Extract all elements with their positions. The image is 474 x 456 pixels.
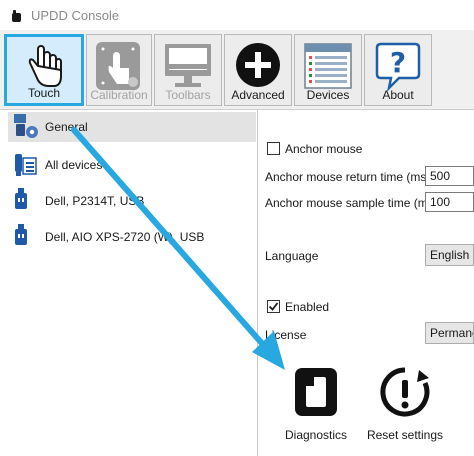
reset-settings-button[interactable]: Reset settings [363, 364, 447, 444]
toolbar-calibration-button[interactable]: Calibration [86, 34, 152, 106]
tree-item-dell-aio[interactable]: Dell, AIO XPS-2720 (W), USB [8, 222, 256, 252]
license-select[interactable]: Permanent [425, 322, 474, 344]
toolbar-about-label: About [382, 88, 414, 102]
toolbar-calibration-label: Calibration [90, 88, 148, 102]
toolbar-advanced-label: Advanced [231, 88, 285, 102]
reset-settings-label: Reset settings [366, 428, 444, 442]
diagnostics-icon [291, 366, 341, 421]
tree-item-dell-p2314t-label: Dell, P2314T, USB [45, 194, 145, 208]
settings-panel: Anchor mouse Anchor mouse return time (m… [259, 110, 474, 456]
general-settings-icon [12, 114, 40, 143]
tree-item-general-label: General [45, 120, 88, 134]
return-time-label: Anchor mouse return time (ms) [265, 170, 431, 184]
toolbar-devices-button[interactable]: Devices [294, 34, 362, 106]
diagnostics-button[interactable]: Diagnostics [281, 364, 351, 444]
tree-item-all-devices-label: All devices [45, 158, 103, 172]
toolbar: Touch Calibration Toolbars Advanced Devi… [0, 30, 474, 110]
toolbar-toolbars-button[interactable]: Toolbars [154, 34, 222, 106]
checkmark-icon [268, 302, 279, 311]
license-label: License [265, 328, 307, 342]
language-select[interactable]: English [425, 244, 474, 266]
toolbar-devices-label: Devices [306, 88, 350, 102]
toolbar-touch-button[interactable]: Touch [4, 34, 84, 106]
device-tree: General All devices Dell, P2314T, USB De… [0, 110, 258, 456]
diagnostics-label: Diagnostics [284, 428, 348, 442]
enabled-label: Enabled [285, 300, 330, 314]
anchor-mouse-label: Anchor mouse [285, 142, 363, 156]
title-bar: UPDD Console [0, 0, 474, 30]
language-label: Language [265, 249, 319, 263]
reset-icon [379, 366, 431, 421]
calibration-icon [87, 40, 151, 92]
toolbar-advanced-button[interactable]: Advanced [224, 34, 292, 106]
tree-item-general[interactable]: General [8, 112, 256, 142]
question-icon: ? [365, 40, 431, 92]
devices-list-icon [295, 40, 361, 92]
toolbar-touch-label: Touch [27, 86, 61, 100]
toolbars-monitor-icon [155, 40, 221, 92]
app-icon [11, 10, 23, 25]
all-devices-icon [12, 152, 40, 181]
sample-time-field[interactable]: 100 [425, 192, 474, 212]
window-title: UPDD Console [31, 8, 120, 23]
svg-text:?: ? [390, 46, 406, 79]
tree-item-dell-aio-label: Dell, AIO XPS-2720 (W), USB [45, 230, 205, 244]
tree-item-dell-p2314t[interactable]: Dell, P2314T, USB [8, 186, 256, 216]
sample-time-label: Anchor mouse sample time (ms) [265, 196, 438, 210]
tree-item-all-devices[interactable]: All devices [8, 150, 256, 180]
anchor-mouse-checkbox[interactable] [267, 142, 280, 155]
toolbar-about-button[interactable]: ? About [364, 34, 432, 106]
enabled-checkbox[interactable] [267, 300, 280, 313]
usb-icon [12, 224, 40, 253]
toolbar-toolbars-label: Toolbars [165, 88, 211, 102]
plus-circle-icon [225, 40, 291, 92]
return-time-field[interactable]: 500 [425, 166, 474, 186]
usb-icon [12, 188, 40, 217]
